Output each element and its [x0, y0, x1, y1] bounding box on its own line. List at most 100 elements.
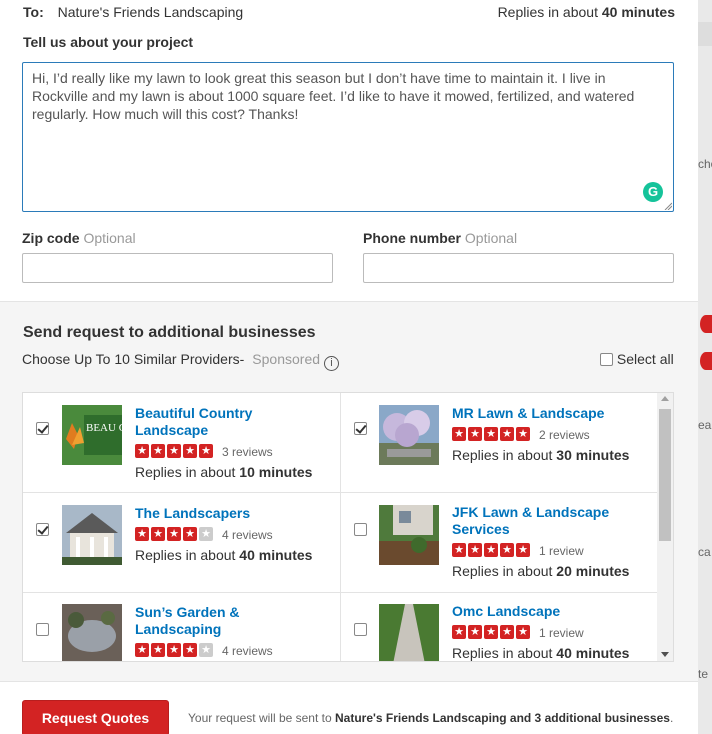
provider-thumbnail [379, 604, 439, 661]
provider-list-scrollbar[interactable] [657, 393, 673, 661]
star-icon: ★ [500, 625, 514, 639]
recipient-row: To: Nature's Friends Landscaping Replies… [23, 4, 675, 22]
zip-optional: Optional [83, 230, 136, 246]
star-icon: ★ [484, 543, 498, 557]
scroll-down-arrow-icon[interactable] [661, 652, 669, 657]
scroll-up-arrow-icon[interactable] [661, 396, 669, 401]
star-icon: ★ [516, 427, 530, 441]
star-icon: ★ [135, 444, 149, 458]
response-time: Replies in about 40 minutes [498, 4, 675, 20]
phone-number-input[interactable] [363, 253, 674, 283]
provider-name[interactable]: JFK Lawn & Landscape Services [452, 504, 632, 538]
review-count[interactable]: 1 review [539, 626, 584, 640]
star-icon: ★ [516, 543, 530, 557]
star-icon: ★ [183, 444, 197, 458]
footer-note-business: Nature's Friends Landscaping and 3 addit… [335, 711, 670, 725]
info-icon[interactable]: i [324, 356, 340, 371]
response-value: 30 minutes [556, 447, 630, 463]
response-prefix: Replies in about [452, 447, 553, 463]
provider-checkbox[interactable] [354, 422, 367, 435]
scroll-thumb[interactable] [659, 409, 671, 541]
review-count[interactable]: 4 reviews [222, 644, 273, 658]
project-description-text: Hi, I’d really like my lawn to look grea… [32, 70, 635, 122]
star-icon: ★ [183, 527, 197, 541]
phone-optional: Optional [464, 230, 518, 246]
similar-providers-text: Choose Up To 10 Similar Providers [22, 351, 240, 367]
garden-photo [62, 604, 122, 661]
request-quotes-button[interactable]: Request Quotes [22, 700, 169, 734]
recipient-name: Nature's Friends Landscaping [57, 4, 244, 20]
footer-note-prefix: Your request will be sent to [188, 711, 332, 725]
review-count[interactable]: 4 reviews [222, 528, 273, 542]
star-rating: ★ ★ ★ ★ ★ [452, 543, 530, 557]
provider-response-time: Replies in about 20 minutes [452, 563, 629, 579]
to-label: To: [23, 4, 44, 20]
response-value: 40 minutes [556, 645, 630, 661]
select-all-box[interactable] [600, 353, 613, 366]
star-icon: ★ [199, 444, 213, 458]
yard-photo [379, 505, 439, 565]
provider-card[interactable]: JFK Lawn & Landscape Services ★ ★ ★ ★ ★ 1 re… [341, 493, 659, 593]
provider-name[interactable]: Beautiful Country Landscape [135, 405, 285, 439]
star-icon: ★ [452, 427, 466, 441]
star-icon: ★ [151, 527, 165, 541]
review-count[interactable]: 1 review [539, 544, 584, 558]
response-time-value: 40 minutes [601, 4, 675, 20]
provider-response-time: Replies in about 40 minutes [135, 547, 312, 563]
star-icon: ★ [468, 543, 482, 557]
provider-card[interactable]: The Landscapers ★ ★ ★ ★ ★ 4 reviews Replies … [23, 493, 341, 593]
select-all-checkbox[interactable]: Select all [600, 351, 674, 367]
star-icon: ★ [151, 444, 165, 458]
provider-checkbox[interactable] [36, 523, 49, 536]
star-icon: ★ [452, 543, 466, 557]
provider-checkbox[interactable] [36, 623, 49, 636]
response-time-prefix: Replies in about [497, 4, 598, 20]
provider-thumbnail: BEAU COUN [62, 405, 122, 465]
resize-grip-icon[interactable] [664, 202, 672, 210]
star-icon: ★ [516, 625, 530, 639]
provider-list: BEAU COUN Beautiful Country Landscape ★★… [22, 392, 674, 662]
review-count[interactable]: 2 reviews [539, 428, 590, 442]
provider-card[interactable]: MR Lawn & Landscape ★ ★ ★ ★ ★ 2 reviews Repl… [341, 393, 659, 493]
provider-thumbnail [379, 405, 439, 465]
zip-label-text: Zip code [22, 230, 80, 246]
star-icon: ★ [468, 625, 482, 639]
provider-card[interactable]: Omc Landscape ★ ★ ★ ★ ★ 1 review Replies in … [341, 593, 659, 661]
star-icon: ★ [484, 427, 498, 441]
provider-card[interactable]: Sun’s Garden & Landscaping ★ ★ ★ ★ ★ 4 revie… [23, 593, 341, 661]
provider-name[interactable]: The Landscapers [135, 505, 295, 522]
project-label: Tell us about your project [23, 34, 194, 50]
star-rating: ★ ★ ★ ★ ★ [135, 444, 213, 458]
provider-name[interactable]: MR Lawn & Landscape [452, 405, 632, 422]
response-prefix: Replies in about [135, 547, 236, 563]
review-count[interactable]: 3 reviews [222, 445, 273, 459]
provider-response-time: Replies in about 30 minutes [452, 447, 629, 463]
provider-checkbox[interactable] [354, 623, 367, 636]
footer-note: Your request will be sent to Nature's Fr… [188, 711, 673, 725]
provider-card[interactable]: BEAU COUN Beautiful Country Landscape ★★… [23, 393, 341, 493]
provider-checkbox[interactable] [354, 523, 367, 536]
footer-note-suffix: . [669, 711, 674, 725]
provider-name[interactable]: Sun’s Garden & Landscaping [135, 604, 295, 638]
provider-checkbox[interactable] [36, 422, 49, 435]
house-photo [62, 505, 122, 565]
phone-label: Phone number Optional [363, 230, 517, 246]
star-empty-icon: ★ [199, 527, 213, 541]
provider-name[interactable]: Omc Landscape [452, 603, 632, 620]
provider-thumbnail [379, 505, 439, 565]
star-empty-icon: ★ [199, 643, 213, 657]
project-description-textarea[interactable]: Hi, I’d really like my lawn to look grea… [22, 62, 674, 212]
star-icon: ★ [452, 625, 466, 639]
response-prefix: Replies in about [452, 645, 553, 661]
subtitle-separator: - [239, 351, 245, 367]
background-text: cho [698, 157, 712, 171]
star-rating: ★ ★ ★ ★ ★ [135, 527, 213, 541]
star-icon: ★ [500, 543, 514, 557]
response-value: 40 minutes [239, 547, 313, 563]
provider-thumbnail [62, 604, 122, 661]
grammarly-icon[interactable]: G [643, 182, 663, 202]
zip-code-input[interactable] [22, 253, 333, 283]
response-prefix: Replies in about [135, 464, 236, 480]
request-quote-modal: To: Nature's Friends Landscaping Replies… [0, 0, 698, 734]
select-all-label: Select all [616, 351, 674, 367]
